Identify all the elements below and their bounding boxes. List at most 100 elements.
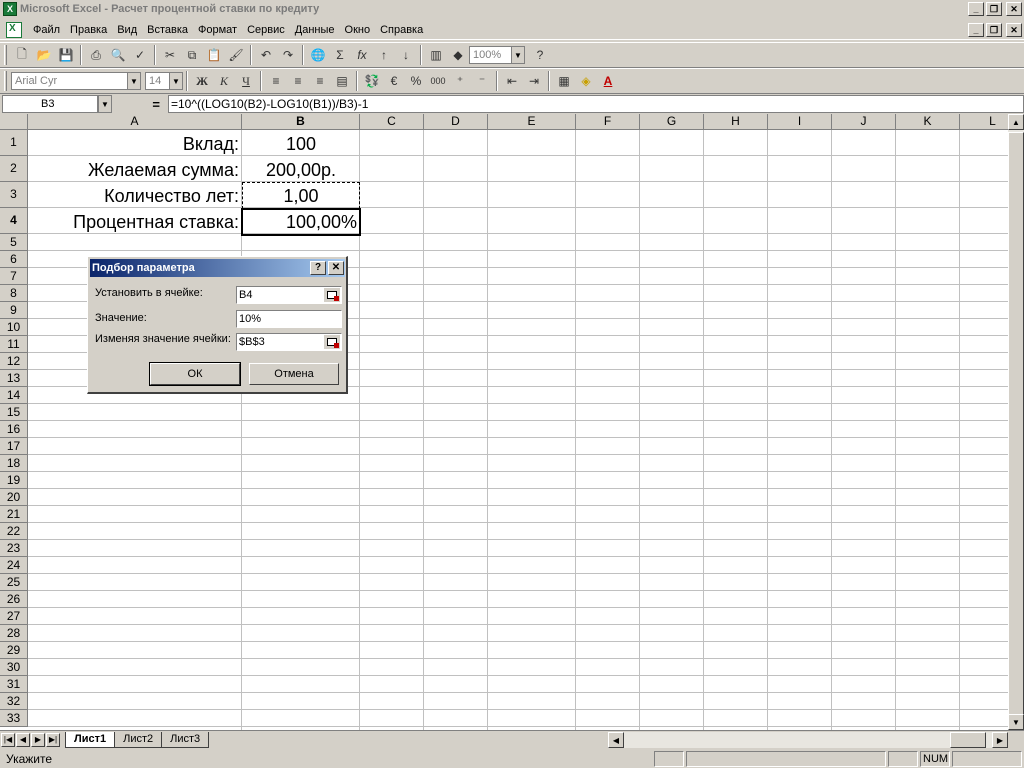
paste-icon[interactable]: 📋: [203, 44, 225, 66]
last-sheet-icon[interactable]: ▶|: [46, 732, 60, 747]
vertical-scrollbar[interactable]: ▲ ▼: [1008, 114, 1024, 730]
cell-a3[interactable]: Количество лет:: [28, 183, 242, 209]
row-header[interactable]: 23: [0, 540, 28, 557]
percent-button[interactable]: %: [405, 70, 427, 92]
column-header[interactable]: D: [424, 114, 488, 130]
cell-a2[interactable]: Желаемая сумма:: [28, 157, 242, 183]
scroll-left-icon[interactable]: ◀: [608, 732, 624, 748]
bold-button[interactable]: Ж: [191, 70, 213, 92]
align-right-icon[interactable]: ≡: [309, 70, 331, 92]
undo-icon[interactable]: ↶: [255, 44, 277, 66]
underline-button[interactable]: Ч: [235, 70, 257, 92]
scroll-down-icon[interactable]: ▼: [1008, 714, 1024, 730]
doc-minimize-button[interactable]: _: [968, 22, 984, 37]
row-header[interactable]: 9: [0, 302, 28, 319]
horizontal-scroll-thumb[interactable]: [950, 732, 986, 748]
print-icon[interactable]: ⎙: [85, 44, 107, 66]
merge-center-icon[interactable]: ▤: [331, 70, 353, 92]
row-header[interactable]: 7: [0, 268, 28, 285]
dialog-close-button[interactable]: ✕: [328, 261, 344, 275]
currency-icon[interactable]: 💱: [361, 70, 383, 92]
row-header[interactable]: 28: [0, 625, 28, 642]
cancel-button[interactable]: Отмена: [249, 363, 339, 385]
borders-icon[interactable]: ▦: [553, 70, 575, 92]
column-header[interactable]: J: [832, 114, 896, 130]
decrease-decimal-icon[interactable]: ⁻: [471, 70, 493, 92]
row-header[interactable]: 16: [0, 421, 28, 438]
menu-data[interactable]: Данные: [290, 24, 340, 36]
column-header[interactable]: C: [360, 114, 424, 130]
sort-ascending-icon[interactable]: ↑: [373, 44, 395, 66]
copy-icon[interactable]: ⧉: [181, 44, 203, 66]
row-header[interactable]: 20: [0, 489, 28, 506]
sheet-tab-3[interactable]: Лист3: [161, 731, 210, 748]
horizontal-scrollbar[interactable]: ◀ ▶: [608, 732, 1008, 748]
row-header[interactable]: 21: [0, 506, 28, 523]
column-header[interactable]: F: [576, 114, 640, 130]
row-header[interactable]: 12: [0, 353, 28, 370]
select-all-corner[interactable]: [0, 114, 28, 130]
row-header[interactable]: 27: [0, 608, 28, 625]
row-header[interactable]: 26: [0, 591, 28, 608]
value-input[interactable]: 10%: [236, 310, 342, 328]
name-box-dropdown-icon[interactable]: ▼: [98, 95, 112, 113]
row-header[interactable]: 29: [0, 642, 28, 659]
row-header[interactable]: 4: [0, 208, 28, 234]
changing-cell-input[interactable]: $B$3: [236, 333, 342, 351]
prev-sheet-icon[interactable]: ◀: [16, 732, 30, 747]
format-painter-icon[interactable]: 🖌: [225, 44, 247, 66]
next-sheet-icon[interactable]: ▶: [31, 732, 45, 747]
open-icon[interactable]: 📂: [33, 44, 55, 66]
euro-button[interactable]: €: [383, 70, 405, 92]
zoom-dropdown-icon[interactable]: ▼: [511, 46, 525, 64]
save-icon[interactable]: 💾: [55, 44, 77, 66]
row-header[interactable]: 13: [0, 370, 28, 387]
function-icon[interactable]: fx: [351, 44, 373, 66]
set-cell-input[interactable]: B4: [236, 286, 342, 304]
menu-insert[interactable]: Вставка: [142, 24, 193, 36]
dialog-title[interactable]: Подбор параметра: [90, 259, 345, 277]
name-box[interactable]: B3: [2, 95, 98, 113]
sort-descending-icon[interactable]: ↓: [395, 44, 417, 66]
column-header[interactable]: G: [640, 114, 704, 130]
row-header[interactable]: 25: [0, 574, 28, 591]
thousands-button[interactable]: 000: [427, 70, 449, 92]
row-header[interactable]: 22: [0, 523, 28, 540]
row-header[interactable]: 19: [0, 472, 28, 489]
row-header[interactable]: 33: [0, 710, 28, 727]
cell-a1[interactable]: Вклад:: [28, 131, 242, 157]
font-size-dropdown-icon[interactable]: ▼: [169, 72, 183, 90]
column-header[interactable]: H: [704, 114, 768, 130]
cell-a4[interactable]: Процентная ставка:: [28, 209, 242, 235]
first-sheet-icon[interactable]: |◀: [1, 732, 15, 747]
zoom-combo[interactable]: 100%: [469, 46, 511, 64]
column-header[interactable]: L: [960, 114, 1008, 130]
menu-format[interactable]: Формат: [193, 24, 242, 36]
font-name-combo[interactable]: Arial Cyr: [11, 72, 127, 90]
close-button[interactable]: ✕: [1006, 2, 1022, 16]
font-size-combo[interactable]: 14: [145, 72, 169, 90]
cut-icon[interactable]: ✂: [159, 44, 181, 66]
row-header[interactable]: 10: [0, 319, 28, 336]
decrease-indent-icon[interactable]: ⇤: [501, 70, 523, 92]
row-header[interactable]: 2: [0, 156, 28, 182]
font-color-button[interactable]: A: [597, 70, 619, 92]
font-name-dropdown-icon[interactable]: ▼: [127, 72, 141, 90]
row-header[interactable]: 30: [0, 659, 28, 676]
menu-view[interactable]: Вид: [112, 24, 142, 36]
row-header[interactable]: 1: [0, 130, 28, 156]
scroll-right-icon[interactable]: ▶: [992, 732, 1008, 748]
row-header[interactable]: 8: [0, 285, 28, 302]
row-header[interactable]: 15: [0, 404, 28, 421]
row-header[interactable]: 11: [0, 336, 28, 353]
new-icon[interactable]: 🗋: [11, 44, 33, 66]
minimize-button[interactable]: _: [968, 2, 984, 16]
vertical-scroll-thumb[interactable]: [1008, 132, 1024, 716]
menu-tools[interactable]: Сервис: [242, 24, 290, 36]
collapse-dialog-icon[interactable]: [324, 335, 340, 349]
row-header[interactable]: 31: [0, 676, 28, 693]
column-header[interactable]: B: [242, 114, 360, 130]
row-header[interactable]: 14: [0, 387, 28, 404]
autosum-icon[interactable]: Σ: [329, 44, 351, 66]
workbook-icon[interactable]: [6, 21, 22, 38]
